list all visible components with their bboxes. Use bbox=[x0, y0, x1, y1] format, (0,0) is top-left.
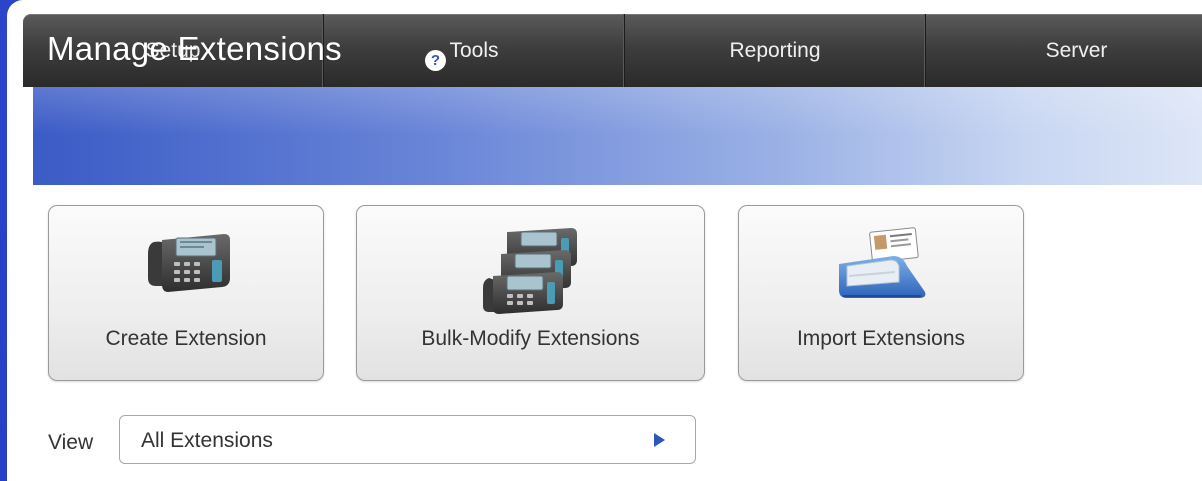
main-content: Setup Tools Reporting Server Manage Exte… bbox=[7, 0, 1202, 481]
nav-tab-tools[interactable]: Tools bbox=[324, 14, 625, 87]
bulk-modify-extensions-label: Bulk-Modify Extensions bbox=[421, 327, 640, 350]
view-select-value: All Extensions bbox=[141, 429, 273, 452]
nav-tab-server[interactable]: Server bbox=[926, 14, 1202, 87]
create-extension-button[interactable]: Create Extension bbox=[48, 205, 324, 381]
card-import-icon bbox=[839, 227, 926, 298]
window-frame-left bbox=[0, 0, 7, 481]
desk-phone-icon bbox=[148, 234, 230, 292]
bulk-modify-extensions-button[interactable]: Bulk-Modify Extensions bbox=[356, 205, 705, 381]
question-circle-icon[interactable]: ? bbox=[425, 50, 446, 71]
view-label: View bbox=[48, 431, 94, 454]
import-extensions-button[interactable]: Import Extensions bbox=[738, 205, 1024, 381]
page-header bbox=[33, 87, 1202, 185]
nav-tab-reporting[interactable]: Reporting bbox=[625, 14, 926, 87]
view-select[interactable]: All Extensions bbox=[119, 415, 696, 464]
page-title: Manage Extensions bbox=[47, 30, 342, 67]
stacked-phones-icon bbox=[482, 228, 577, 314]
create-extension-label: Create Extension bbox=[105, 327, 267, 350]
triangle-right-icon bbox=[654, 433, 665, 447]
import-extensions-label: Import Extensions bbox=[796, 327, 966, 350]
